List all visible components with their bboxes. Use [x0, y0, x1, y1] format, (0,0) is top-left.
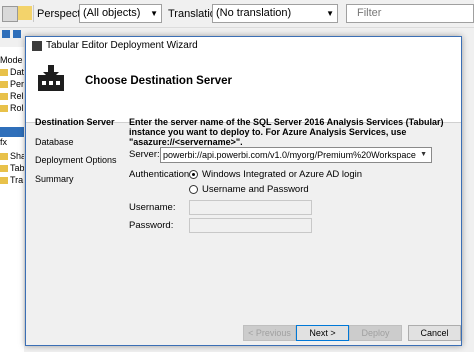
app-icon — [32, 41, 42, 51]
toolbar-divider — [33, 5, 34, 22]
dialog-title: Tabular Editor Deployment Wizard — [46, 40, 198, 51]
username-label: Username: — [129, 202, 176, 213]
password-input[interactable] — [189, 218, 312, 233]
radio-username-password[interactable] — [189, 185, 198, 194]
toolbar-icon[interactable] — [2, 6, 18, 22]
translation-select[interactable]: (No translation) ▼ — [212, 4, 338, 23]
server-value: powerbi://api.powerbi.com/v1.0/myorg/Pre… — [163, 150, 416, 160]
deploy-button[interactable]: Deploy — [349, 325, 402, 341]
chevron-down-icon: ▼ — [326, 9, 334, 18]
open-icon[interactable] — [18, 6, 32, 20]
tree-item[interactable]: Rol — [0, 103, 24, 117]
next-button[interactable]: Next > — [296, 325, 349, 341]
translation-value: (No translation) — [216, 7, 292, 19]
tree-item[interactable]: Tra — [0, 175, 24, 189]
radio-windows-auth[interactable] — [189, 170, 198, 179]
wizard-header: Choose Destination Server — [26, 56, 461, 123]
username-input[interactable] — [189, 200, 312, 215]
nav-deployment-options[interactable]: Deployment Options — [35, 155, 117, 165]
nav-database[interactable]: Database — [35, 137, 74, 147]
tree-item[interactable]: fx — [0, 137, 24, 151]
chevron-down-icon[interactable]: ▼ — [420, 148, 427, 162]
tree-tool-icon[interactable] — [2, 30, 10, 38]
chevron-down-icon: ▼ — [150, 9, 158, 18]
filter-input[interactable]: Filter — [346, 4, 474, 23]
perspective-select[interactable]: (All objects) ▼ — [79, 4, 162, 23]
deployment-wizard-dialog: Tabular Editor Deployment Wizard Choose … — [25, 36, 462, 346]
server-field[interactable]: powerbi://api.powerbi.com/v1.0/myorg/Pre… — [160, 147, 432, 163]
dialog-titlebar[interactable]: Tabular Editor Deployment Wizard — [26, 37, 461, 56]
instructions-text: Enter the server name of the SQL Server … — [129, 117, 444, 147]
model-tree: Mode Dat Per Rel Rol fx Sha Tab Tra — [0, 47, 24, 352]
previous-button[interactable]: < Previous — [243, 325, 296, 341]
nav-summary[interactable]: Summary — [35, 174, 74, 184]
tree-tool-icon[interactable] — [13, 30, 21, 38]
authentication-label: Authentication: — [129, 169, 192, 180]
main-toolbar: Perspective: (All objects) ▼ Translation… — [0, 0, 474, 28]
page-title: Choose Destination Server — [85, 75, 232, 87]
deploy-icon — [38, 65, 64, 91]
radio-windows-auth-label[interactable]: Windows Integrated or Azure AD login — [202, 169, 362, 180]
radio-username-password-label[interactable]: Username and Password — [202, 184, 309, 195]
tree-toolbar — [0, 27, 24, 47]
server-label: Server: — [129, 149, 160, 160]
nav-destination-server[interactable]: Destination Server — [35, 117, 115, 127]
tree-item-selected[interactable] — [0, 127, 24, 137]
cancel-button[interactable]: Cancel — [408, 325, 461, 341]
perspective-value: (All objects) — [83, 7, 141, 19]
password-label: Password: — [129, 220, 174, 231]
